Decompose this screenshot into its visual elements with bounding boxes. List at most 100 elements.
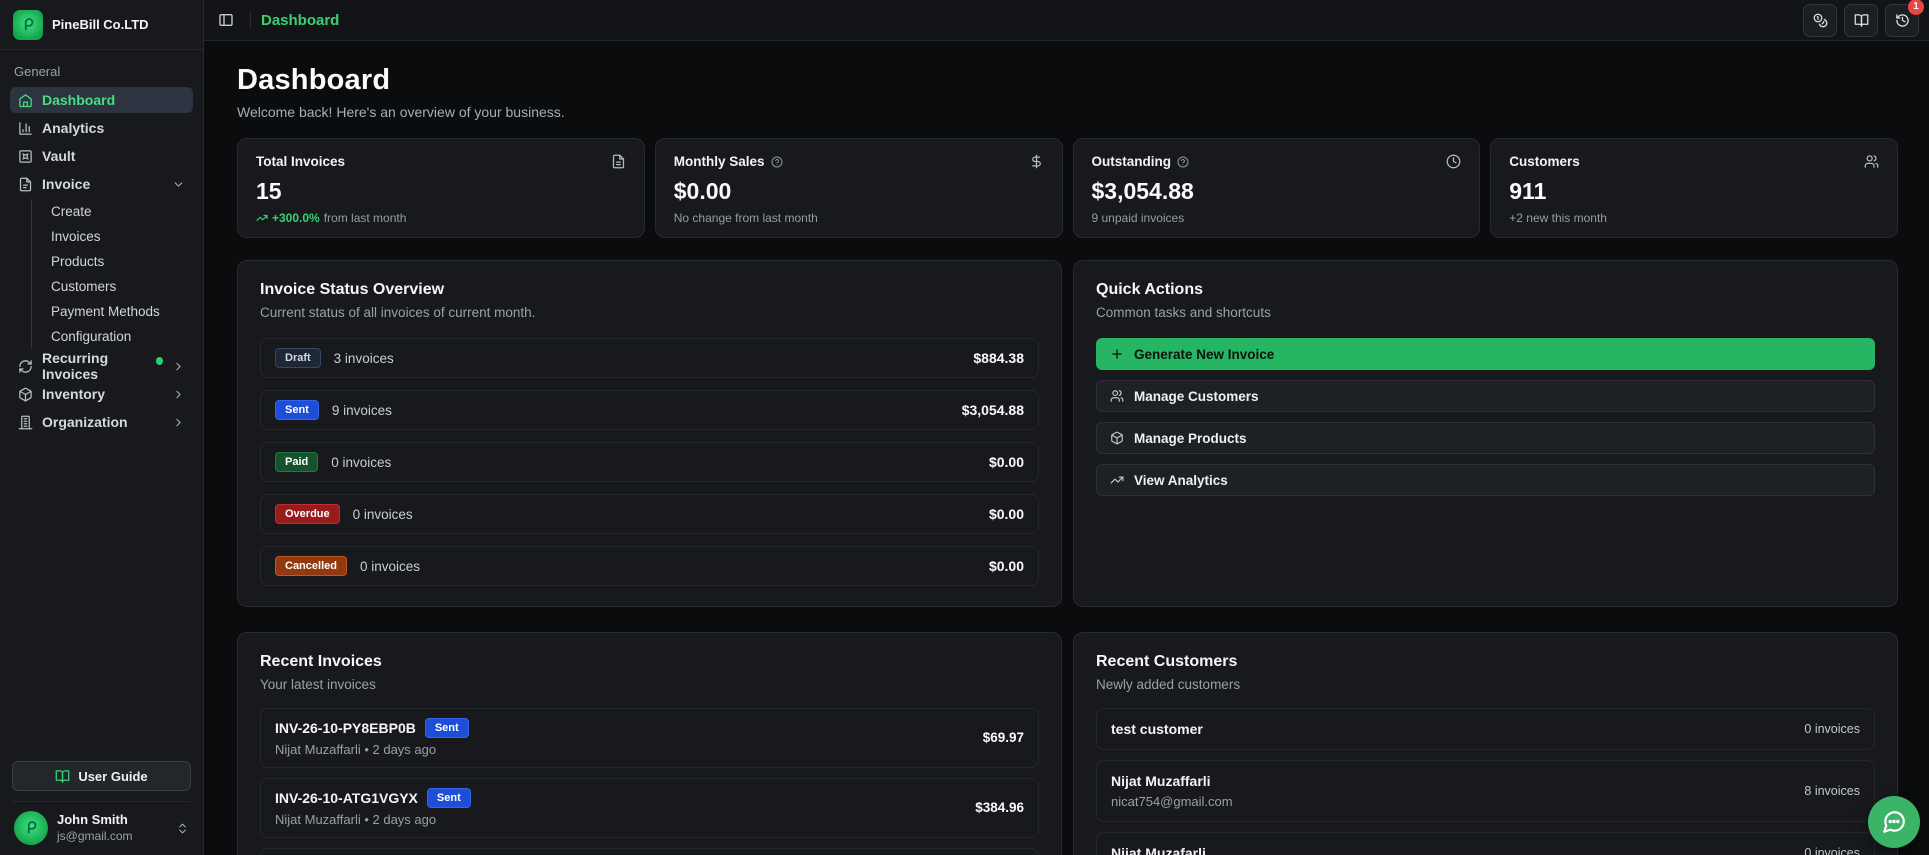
manage-customers-button[interactable]: Manage Customers [1096, 380, 1875, 412]
sidebar-item-label: Vault [42, 148, 76, 164]
middle-row: Invoice Status Overview Current status o… [237, 260, 1898, 607]
status-row-overdue: Overdue 0 invoices $0.00 [260, 494, 1039, 534]
sidebar-item-organization[interactable]: Organization [10, 409, 193, 435]
chevron-right-icon [172, 416, 185, 429]
quick-actions-list: Generate New Invoice Manage Customers Ma… [1096, 338, 1875, 496]
user-menu[interactable]: John Smith js@gmail.com [12, 801, 191, 855]
users-icon [1110, 389, 1124, 403]
status-row-cancelled: Cancelled 0 invoices $0.00 [260, 546, 1039, 586]
help-circle-icon[interactable] [771, 156, 783, 168]
sidebar-item-label: Recurring Invoices [42, 350, 109, 382]
stat-sub: +2 new this month [1509, 211, 1607, 225]
status-count: 9 invoices [331, 402, 392, 418]
card-subtitle: Your latest invoices [260, 677, 376, 692]
stat-change: +300.0% from last month [256, 211, 626, 225]
topbar: Dashboard 1 [204, 0, 1929, 41]
invoice-row[interactable]: INV-26-06-9FEMIEAO Sent [260, 848, 1039, 855]
stat-card-monthly-sales: Monthly Sales $0.00 No change from last … [654, 138, 1063, 238]
invoice-amount: $384.96 [975, 800, 1024, 815]
invoice-id: INV-26-10-PY8EBP0B [275, 720, 416, 736]
sidebar-item-recurring-invoices[interactable]: Recurring Invoices [10, 350, 193, 382]
card-subtitle: Newly added customers [1096, 677, 1241, 692]
status-list: Draft 3 invoices $884.38 Sent 9 invoices… [260, 338, 1039, 586]
customer-name: Nijat Muzafarli [1111, 845, 1206, 855]
sidebar-subitem-payment-methods[interactable]: Payment Methods [45, 299, 193, 324]
invoice-row[interactable]: INV-26-10-ATG1VGYX Sent Nijat Muzaffarli… [260, 778, 1039, 838]
sidebar-item-invoice[interactable]: Invoice [10, 171, 193, 197]
refresh-icon [18, 359, 33, 374]
history-button[interactable]: 1 [1885, 0, 1924, 37]
app-window: PineBill Co.LTD General Dashboard Analyt… [0, 0, 1929, 855]
status-badge: Cancelled [275, 556, 347, 576]
status-badge: Overdue [275, 504, 340, 524]
sidebar: PineBill Co.LTD General Dashboard Analyt… [0, 0, 204, 855]
customer-invoice-count: 0 invoices [1804, 846, 1860, 855]
status-row-sent: Sent 9 invoices $3,054.88 [260, 390, 1039, 430]
stat-value: 15 [256, 178, 282, 204]
sidebar-subitem-configuration[interactable]: Configuration [45, 324, 193, 349]
customer-row[interactable]: test customer 0 invoices [1096, 708, 1875, 750]
customer-row[interactable]: Nijat Muzafarli 0 invoices [1096, 832, 1875, 855]
status-amount: $3,054.88 [961, 402, 1024, 418]
brand-name: PineBill Co.LTD [52, 17, 149, 32]
docs-button[interactable] [1844, 3, 1878, 37]
stat-label: Customers [1509, 154, 1580, 169]
sidebar-item-vault[interactable]: Vault [10, 143, 193, 169]
package-icon [1110, 431, 1124, 445]
card-title: Quick Actions [1096, 281, 1203, 298]
sidebar-item-analytics[interactable]: Analytics [10, 115, 193, 141]
notification-badge: 1 [1908, 0, 1924, 15]
status-badge: Draft [275, 348, 321, 368]
invoice-status-card: Invoice Status Overview Current status o… [237, 260, 1062, 607]
status-amount: $0.00 [988, 454, 1024, 470]
plus-icon [1110, 347, 1124, 361]
main-area: Dashboard 1 Dashboard Welcome back! Here… [204, 0, 1929, 855]
dashboard-content: Dashboard Welcome back! Here's an overvi… [204, 41, 1929, 855]
sidebar-item-inventory[interactable]: Inventory [10, 381, 193, 407]
stat-card-total-invoices: Total Invoices 15 +300.0% from last mont… [237, 138, 645, 238]
invoice-row[interactable]: INV-26-10-PY8EBP0B Sent Nijat Muzaffarli… [260, 708, 1039, 768]
recent-invoices-card: Recent Invoices Your latest invoices INV… [237, 632, 1062, 855]
pinebill-logo-icon [13, 9, 43, 40]
coins-button[interactable] [1803, 3, 1837, 37]
sidebar-subitem-customers[interactable]: Customers [45, 274, 193, 299]
stat-card-outstanding: Outstanding $3,054.88 9 unpaid invoices [1072, 138, 1481, 238]
generate-new-invoice-button[interactable]: Generate New Invoice [1096, 338, 1875, 370]
sidebar-toggle-button[interactable] [212, 6, 240, 34]
view-analytics-button[interactable]: View Analytics [1096, 464, 1875, 496]
sidebar-item-label: Analytics [42, 120, 105, 136]
status-row-paid: Paid 0 invoices $0.00 [260, 442, 1039, 482]
chevron-right-icon [172, 360, 185, 373]
help-circle-icon[interactable] [1177, 156, 1189, 168]
clock-icon [1446, 154, 1461, 169]
customer-name: test customer [1111, 721, 1203, 737]
customer-row[interactable]: Nijat Muzaffarli nicat754@gmail.com 8 in… [1096, 760, 1875, 822]
chevron-right-icon [172, 388, 185, 401]
sidebar-subitem-create[interactable]: Create [45, 199, 193, 224]
dollar-icon [1029, 154, 1044, 169]
user-guide-button[interactable]: User Guide [12, 761, 191, 791]
status-count: 3 invoices [333, 350, 394, 366]
nav-section-label: General [14, 64, 61, 79]
stat-value: $3,054.88 [1091, 178, 1194, 204]
manage-products-button[interactable]: Manage Products [1096, 422, 1875, 454]
file-text-icon [611, 154, 626, 169]
sidebar-item-label: Inventory [42, 386, 106, 402]
bar-chart-icon [18, 121, 33, 136]
brand: PineBill Co.LTD [0, 0, 203, 50]
sidebar-subitem-invoices[interactable]: Invoices [45, 224, 193, 249]
sidebar-item-dashboard[interactable]: Dashboard [10, 87, 193, 113]
button-label: Manage Customers [1134, 388, 1259, 404]
status-badge: Sent [424, 718, 469, 738]
users-icon [1864, 154, 1879, 169]
chat-button[interactable] [1868, 796, 1920, 848]
stat-value: 911 [1509, 178, 1547, 204]
sidebar-footer: User Guide John Smith js@gmail.com [0, 751, 203, 855]
vault-icon [18, 149, 33, 164]
stat-card-customers: Customers 911 +2 new this month [1490, 138, 1898, 238]
sidebar-subitem-products[interactable]: Products [45, 249, 193, 274]
stat-label: Total Invoices [256, 154, 346, 169]
user-name: John Smith [57, 812, 128, 828]
stat-label: Monthly Sales [673, 154, 765, 169]
home-icon [18, 93, 33, 108]
